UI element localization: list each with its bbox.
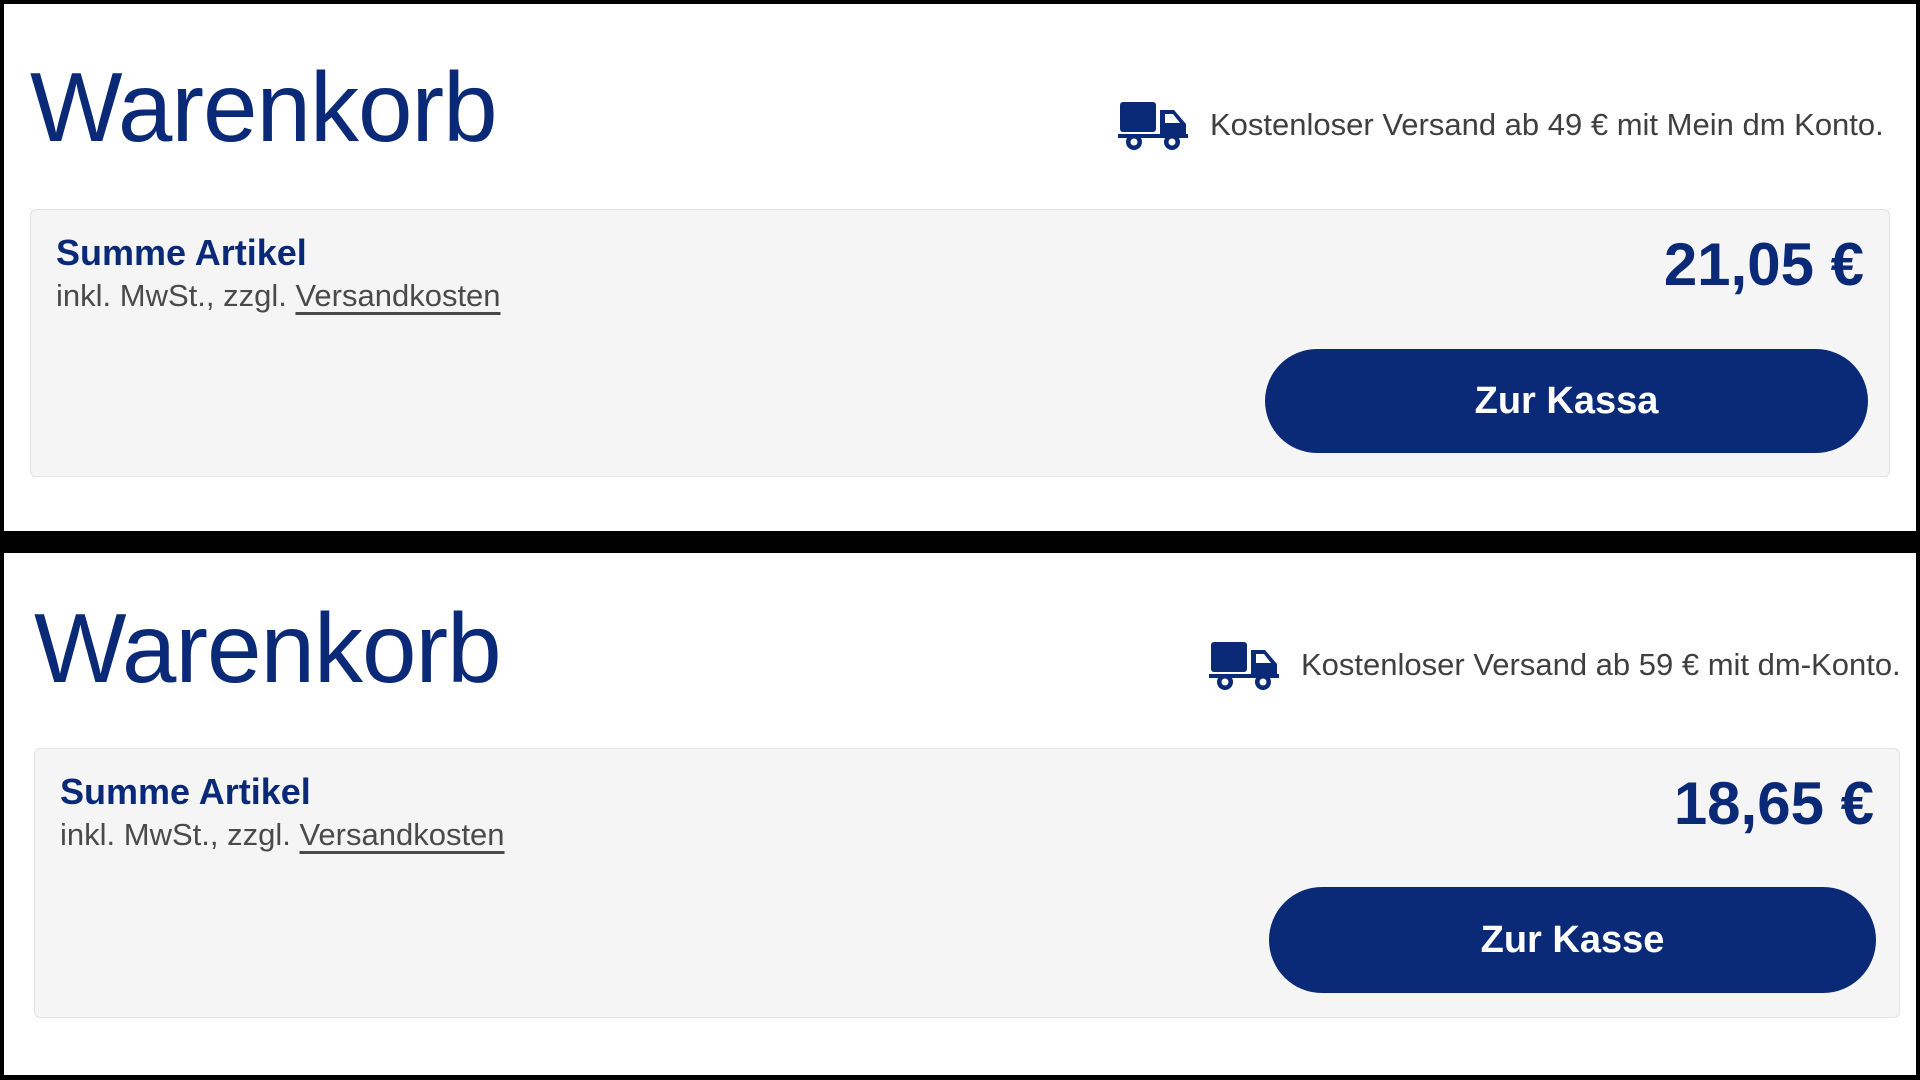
page-title: Warenkorb [34,593,502,703]
checkout-button[interactable]: Zur Kasse [1269,887,1876,993]
shipping-costs-link[interactable]: Versandkosten [299,817,504,852]
shipping-costs-link[interactable]: Versandkosten [295,278,500,313]
tax-note: inkl. MwSt., zzgl. Versandkosten [56,278,501,314]
comparison-screenshot: Warenkorb Kostenloser Versand ab 49 € mi… [0,0,1920,1080]
free-shipping-notice: Kostenloser Versand ab 59 € mit dm-Konto… [1209,638,1901,692]
order-summary-card: Summe Artikel inkl. MwSt., zzgl. Versand… [34,748,1900,1018]
tax-text: inkl. MwSt., zzgl. [56,278,287,313]
page-title: Warenkorb [30,52,498,162]
summary-label: Summe Artikel [56,232,307,273]
checkout-button[interactable]: Zur Kassa [1265,349,1868,453]
truck-icon [1118,98,1190,152]
cart-panel-top: Warenkorb Kostenloser Versand ab 49 € mi… [4,4,1916,531]
total-price: 18,65 € [1673,770,1874,837]
tax-text: inkl. MwSt., zzgl. [60,817,291,852]
total-price: 21,05 € [1663,231,1864,298]
tax-note: inkl. MwSt., zzgl. Versandkosten [60,817,505,853]
free-shipping-text: Kostenloser Versand ab 59 € mit dm-Konto… [1301,647,1901,682]
order-summary-card: Summe Artikel inkl. MwSt., zzgl. Versand… [30,209,1890,477]
cart-panel-bottom: Warenkorb Kostenloser Versand ab 59 € mi… [4,553,1916,1075]
summary-label: Summe Artikel [60,771,311,812]
truck-icon [1209,638,1281,692]
free-shipping-notice: Kostenloser Versand ab 49 € mit Mein dm … [1118,98,1884,152]
free-shipping-text: Kostenloser Versand ab 49 € mit Mein dm … [1210,107,1884,142]
